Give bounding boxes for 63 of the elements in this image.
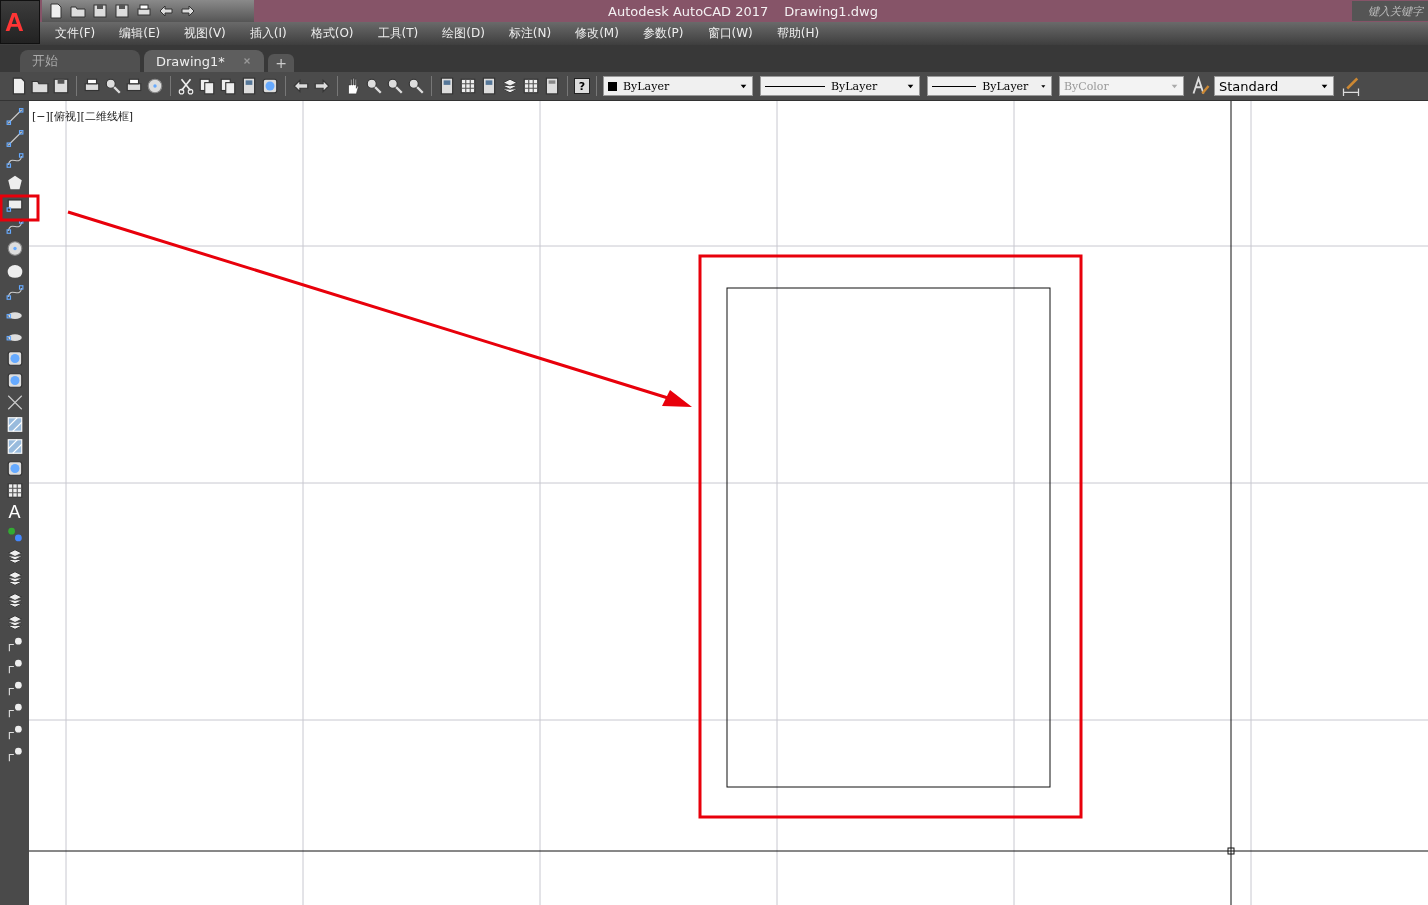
- circle-icon[interactable]: [5, 239, 24, 258]
- dropdown[interactable]: ByLayer: [760, 76, 920, 96]
- undo-icon[interactable]: [158, 3, 174, 19]
- calculator-icon[interactable]: [543, 77, 561, 95]
- redo-icon[interactable]: [313, 77, 331, 95]
- copy-icon[interactable]: [198, 77, 216, 95]
- text-style-icon[interactable]: [1191, 76, 1211, 96]
- dropdown-value: ByLayer: [623, 79, 670, 93]
- document-tab[interactable]: 开始: [20, 50, 140, 72]
- polyline-icon[interactable]: [5, 151, 24, 170]
- dropdown-value: Standard: [1219, 78, 1279, 94]
- menu-item[interactable]: 绘图(D): [442, 25, 485, 42]
- construction-line-icon[interactable]: [5, 129, 24, 148]
- dropdown[interactable]: ByLayer: [927, 76, 1052, 96]
- menu-item[interactable]: 视图(V): [184, 25, 226, 42]
- menu-item[interactable]: 标注(N): [508, 25, 552, 42]
- new-tab-button[interactable]: +: [268, 54, 294, 72]
- hatch-icon[interactable]: [5, 415, 24, 434]
- line-icon[interactable]: [5, 107, 24, 126]
- spline-icon[interactable]: [5, 283, 24, 302]
- new-file-icon[interactable]: [48, 3, 64, 19]
- zoom-icon[interactable]: [365, 77, 383, 95]
- line-sample: [932, 85, 977, 87]
- menu-item[interactable]: 编辑(E): [119, 25, 161, 42]
- save-icon[interactable]: [92, 3, 108, 19]
- menu-item[interactable]: 修改(M): [575, 25, 619, 42]
- highlight-frame: [0, 194, 40, 222]
- document-name: Drawing1.dwg: [784, 3, 878, 19]
- save-icon[interactable]: [52, 77, 70, 95]
- line-sample: [765, 85, 825, 87]
- layer-icon[interactable]: [5, 591, 24, 610]
- redo-icon[interactable]: [180, 3, 196, 19]
- menu-item[interactable]: 文件(F): [55, 25, 96, 42]
- dropdown-value: ByColor: [1064, 79, 1109, 93]
- dropdown-value: ByLayer: [831, 79, 878, 93]
- dropdown-value: ByLayer: [982, 79, 1029, 93]
- dropdown[interactable]: Standard: [1214, 76, 1334, 96]
- layer-icon[interactable]: [5, 569, 24, 588]
- menu-item[interactable]: 格式(O): [310, 25, 354, 42]
- cut-icon[interactable]: [177, 77, 195, 95]
- multiline-text-tool[interactable]: A: [8, 503, 21, 522]
- menu-item[interactable]: 帮助(H): [776, 25, 820, 42]
- document-tab[interactable]: Drawing1*: [144, 50, 264, 72]
- open-folder-icon[interactable]: [70, 3, 86, 19]
- search-field[interactable]: 键入关键字: [1352, 1, 1428, 21]
- menu-item[interactable]: 参数(P): [642, 25, 684, 42]
- new-file-icon[interactable]: [10, 77, 28, 95]
- dimension-style-icon[interactable]: [1341, 76, 1361, 96]
- menu-item[interactable]: 插入(I): [249, 25, 287, 42]
- print-icon[interactable]: [136, 3, 152, 19]
- window-title: Autodesk AutoCAD 2017: [608, 3, 769, 19]
- color-swatch: [608, 81, 617, 91]
- help-button[interactable]: ?: [574, 78, 590, 94]
- polygon-icon[interactable]: [5, 173, 24, 192]
- table-icon[interactable]: [5, 481, 24, 500]
- layer-icon[interactable]: [5, 547, 24, 566]
- layer-icon[interactable]: [5, 613, 24, 632]
- menu-item[interactable]: 窗口(W): [707, 25, 753, 42]
- undo-icon[interactable]: [292, 77, 310, 95]
- dropdown[interactable]: ByLayer: [603, 76, 753, 96]
- menu-item[interactable]: 工具(T): [377, 25, 419, 42]
- viewport-label[interactable]: [−][俯视][二维线框]: [32, 109, 133, 124]
- app-logo[interactable]: A: [0, 0, 40, 44]
